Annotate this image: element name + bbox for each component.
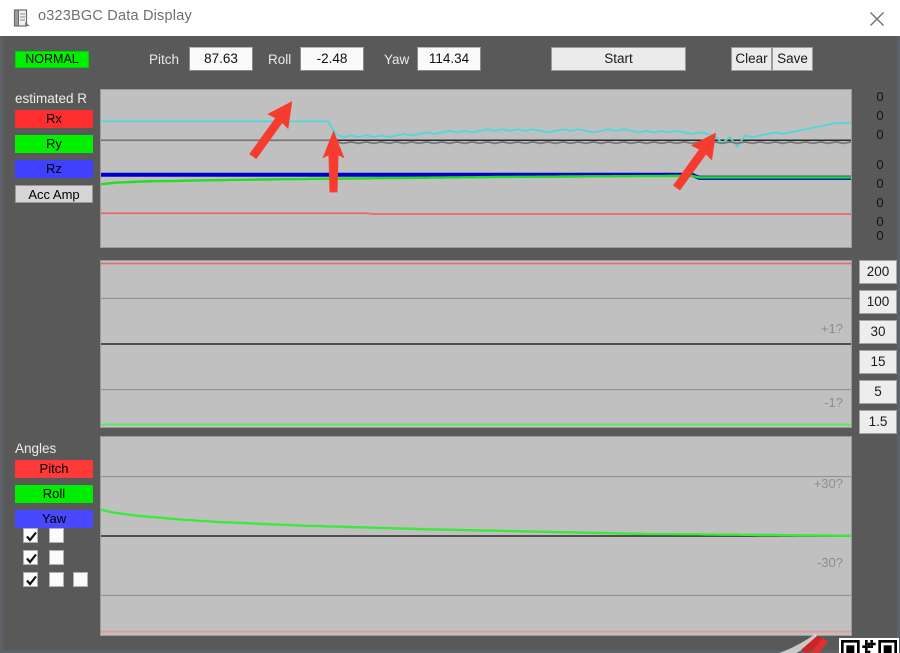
roll-field[interactable]: -2.48 [300,47,364,71]
group-title-angles: Angles [15,441,57,456]
zero-label-0: 0 [876,89,884,104]
zero-label-1: 0 [876,108,884,123]
checkbox-angles-pitch[interactable] [23,528,38,543]
status-badge: NORMAL [15,51,89,68]
legend-button-acc-amp[interactable]: Acc Amp [15,185,93,203]
control-axis-bottom-label: -30? [816,555,843,570]
save-button[interactable]: Save [772,47,813,71]
angles-axis-bottom-label: -1? [824,395,843,410]
client-area: NORMAL Pitch 87.63 Roll -2.48 Yaw 114.34… [0,36,900,653]
clear-button[interactable]: Clear [731,47,772,71]
scale-button-15[interactable]: 15 [859,350,897,374]
zero-label-7: 0 [876,228,884,243]
angles-axis-top-label: +1? [820,321,843,336]
app-icon [12,8,32,28]
legend-button-rz[interactable]: Rz [15,160,93,178]
legend-button-yaw[interactable]: Yaw [15,510,93,528]
scale-button-100[interactable]: 100 [859,290,897,314]
group-title-estimated-r: estimated R [15,91,88,106]
zero-label-2: 0 [876,127,884,142]
zero-label-3: 0 [876,157,884,172]
chart-control[interactable] [100,436,852,636]
checkbox-angles-pitch-alt[interactable] [49,528,64,543]
chart-estimated-r[interactable] [100,89,852,248]
scale-button-1.5[interactable]: 1.5 [859,410,897,434]
close-icon[interactable] [854,0,900,35]
checkbox-angles-roll-alt[interactable] [49,550,64,565]
yaw-label: Yaw [384,52,410,67]
legend-button-roll[interactable]: Roll [15,485,93,503]
zero-label-5: 0 [876,195,884,210]
scale-button-30[interactable]: 30 [859,320,897,344]
scale-button-5[interactable]: 5 [859,380,897,404]
chart-angles[interactable] [100,260,852,428]
qr-code [839,638,899,653]
legend-button-rx[interactable]: Rx [15,110,93,128]
window-title: o323BGC Data Display [38,8,192,24]
zero-label-4: 0 [876,176,884,191]
roll-label: Roll [268,52,292,67]
checkbox-angles-yaw-alt[interactable] [49,572,64,587]
checkbox-angles-extra[interactable] [73,572,88,587]
checkbox-angles-roll[interactable] [23,550,38,565]
zero-label-6: 0 [876,214,884,229]
scale-button-200[interactable]: 200 [859,260,897,284]
yaw-field[interactable]: 114.34 [417,47,481,71]
legend-button-pitch[interactable]: Pitch [15,460,93,478]
title-bar: o323BGC Data Display [0,0,900,37]
control-axis-top-label: +30? [813,476,843,491]
pitch-field[interactable]: 87.63 [189,47,253,71]
watermark-main: 模友 [691,644,763,653]
start-button[interactable]: Start [551,47,686,71]
pitch-label: Pitch [149,52,180,67]
application-window: o323BGC Data Display NORMAL Pitch 87.63 … [0,0,900,653]
checkbox-angles-yaw[interactable] [23,572,38,587]
legend-button-ry[interactable]: Ry [15,135,93,153]
